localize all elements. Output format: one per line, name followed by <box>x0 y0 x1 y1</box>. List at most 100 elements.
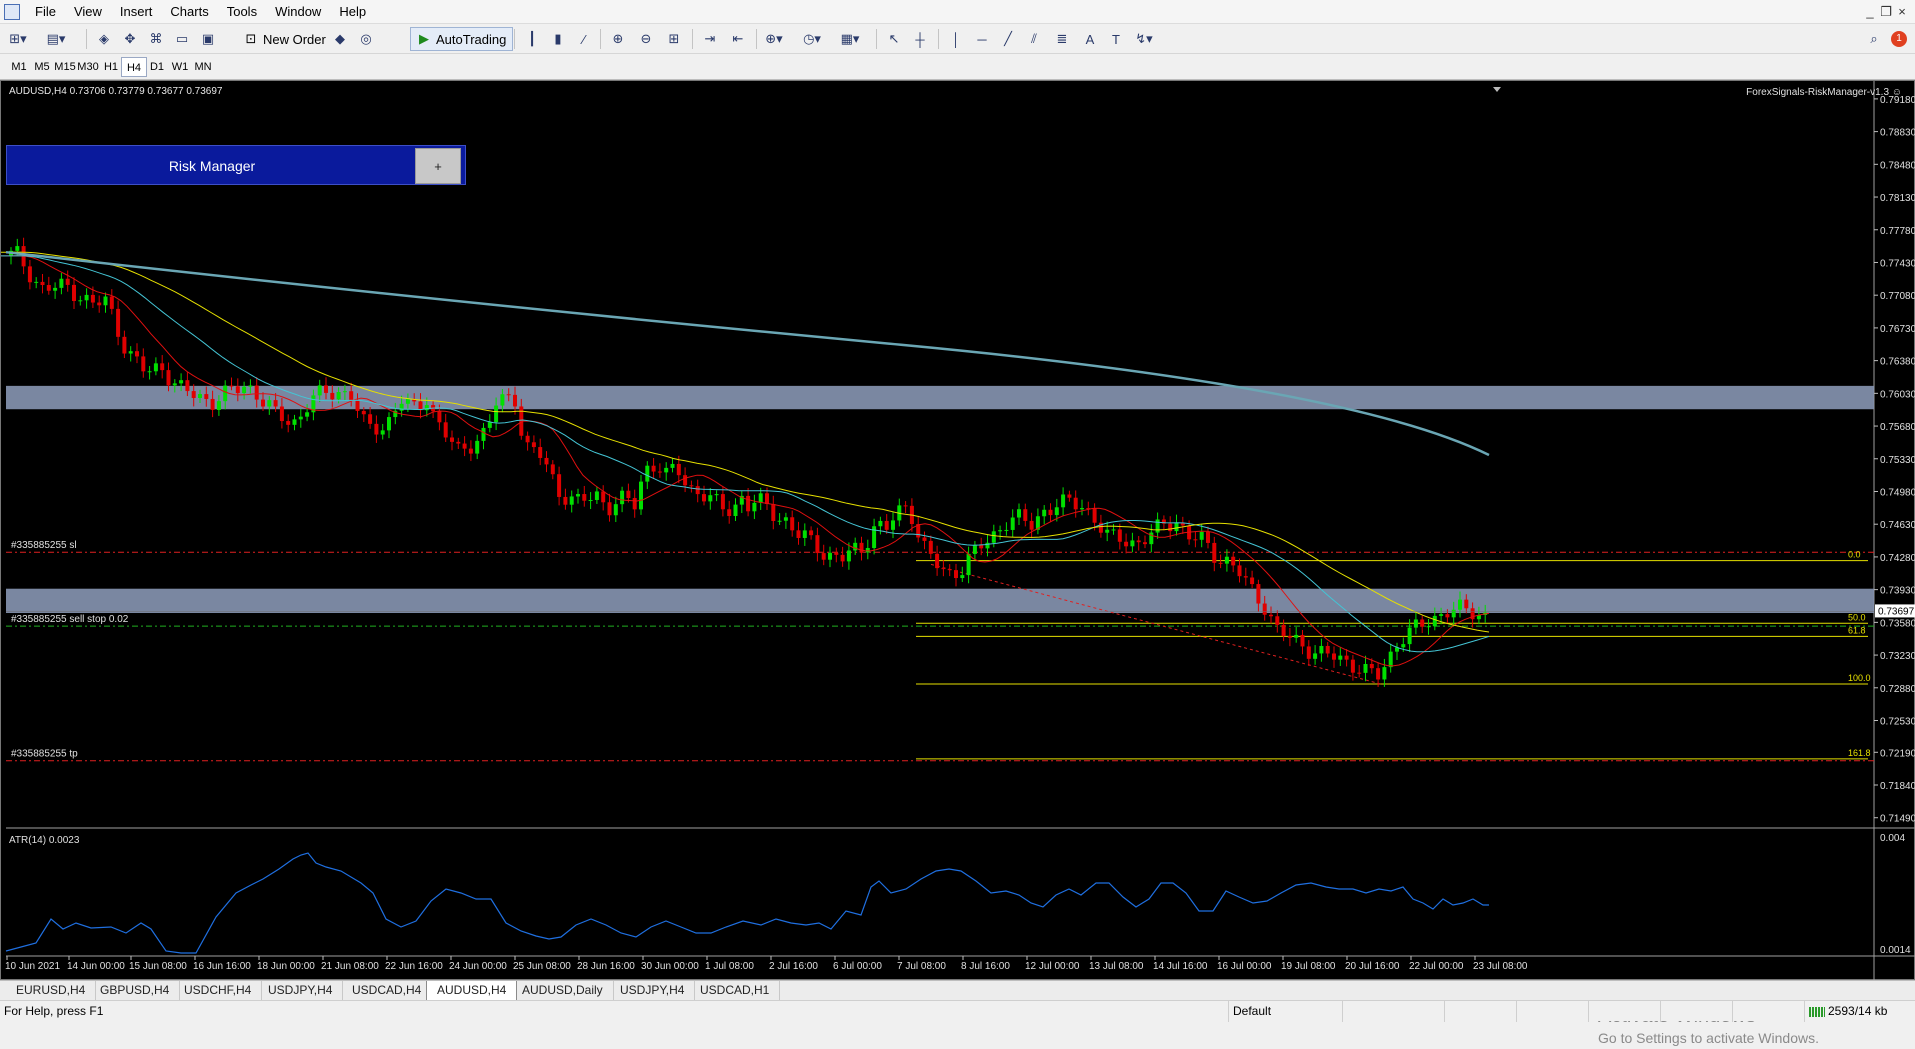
cursor-icon[interactable]: ↖ <box>882 27 906 51</box>
navigator-icon[interactable]: ⌘ <box>144 27 168 51</box>
chart-tab[interactable]: USDJPY,H4 <box>258 981 344 1001</box>
connection-status: 2593/14 kb <box>1804 1001 1915 1022</box>
search-icon[interactable]: ⌕ <box>1862 27 1886 51</box>
community-icon[interactable]: ◎ <box>354 27 378 51</box>
candle-body <box>563 496 568 505</box>
time-tick-label: 12 Jul 00:00 <box>1025 961 1080 972</box>
text-label-icon[interactable]: T <box>1104 27 1128 51</box>
candle-body <box>1174 522 1179 532</box>
data-window-icon[interactable]: ✥ <box>118 27 142 51</box>
candle-body <box>336 392 341 400</box>
candle-body <box>1193 539 1198 541</box>
tile-windows-icon[interactable]: ⊞ <box>662 27 686 51</box>
fibonacci-icon[interactable]: ≣ <box>1050 27 1074 51</box>
indicators-icon[interactable]: ⊕▾ <box>762 27 786 51</box>
periods-icon[interactable]: ◷▾ <box>800 27 824 51</box>
zoom-in-icon[interactable]: ⊕ <box>606 27 630 51</box>
menu-insert[interactable]: Insert <box>111 0 162 24</box>
candle-body <box>153 363 158 372</box>
candle-body <box>1105 529 1110 533</box>
candle-body <box>59 278 64 288</box>
equidistant-channel-icon[interactable]: ⫽ <box>1022 27 1046 51</box>
templates-icon[interactable]: ▦▾ <box>838 27 862 51</box>
auto-scroll-icon[interactable]: ⇥ <box>698 27 722 51</box>
menu-view[interactable]: View <box>65 0 111 24</box>
arrows-icon[interactable]: ↯▾ <box>1132 27 1156 51</box>
candle-body <box>1130 540 1135 547</box>
candlestick-icon[interactable]: ▮ <box>546 27 570 51</box>
timeframe-mn[interactable]: MN <box>190 57 216 77</box>
candle-body <box>223 385 228 402</box>
candle-body <box>576 494 580 497</box>
chart-window[interactable]: 0.79180 0.78830 0.78480 0.78130 0.77780 0.774… <box>0 80 1915 1046</box>
candle-body <box>324 385 328 393</box>
candle-body <box>65 278 70 285</box>
candle-body <box>613 504 618 516</box>
notifications-button[interactable]: 1 <box>1886 27 1912 51</box>
price-tick-label: 0.76730 <box>1880 324 1915 335</box>
menu-file[interactable]: File <box>26 0 65 24</box>
menu-help[interactable]: Help <box>330 0 375 24</box>
symbol-info: AUDUSD,H4 0.73706 0.73779 0.73677 0.7369… <box>9 86 223 97</box>
candle-body <box>1363 664 1368 673</box>
chart-tab[interactable]: USDCHF,H4 <box>174 981 263 1001</box>
close-button[interactable]: × <box>1887 0 1915 24</box>
risk-manager-panel[interactable]: Risk Manager + <box>6 145 466 185</box>
chart-tab[interactable]: AUDUSD,H4 <box>426 981 518 1001</box>
bar-chart-icon[interactable]: ┃ <box>520 27 544 51</box>
candle-body <box>1017 509 1021 518</box>
chart-tab[interactable]: GBPUSD,H4 <box>90 981 181 1001</box>
chart-shift-icon[interactable]: ⇤ <box>726 27 750 51</box>
metaeditor-icon[interactable]: ◆ <box>328 27 352 51</box>
chart-tab[interactable]: AUDUSD,Daily <box>512 981 614 1001</box>
candle-body <box>1306 646 1311 659</box>
candle-body <box>1143 542 1147 545</box>
candle-body <box>172 383 177 386</box>
risk-manager-title[interactable]: Risk Manager <box>7 146 417 186</box>
crosshair-icon[interactable]: ┼ <box>908 27 932 51</box>
candle-body <box>468 448 473 454</box>
trendline-icon[interactable]: ╱ <box>996 27 1020 51</box>
chart-tab[interactable]: USDJPY,H4 <box>610 981 696 1001</box>
new-chart-icon[interactable]: ⊞▾ <box>6 27 30 51</box>
line-chart-icon[interactable]: ∕ <box>572 27 596 51</box>
zoom-out-icon[interactable]: ⊖ <box>634 27 658 51</box>
candle-body <box>991 531 996 543</box>
candle-body <box>235 386 240 394</box>
menu-window[interactable]: Window <box>266 0 330 24</box>
menu-tools[interactable]: Tools <box>218 0 266 24</box>
risk-manager-expand-button[interactable]: + <box>415 148 461 184</box>
candle-body <box>1117 529 1122 542</box>
candle-body <box>1124 541 1129 547</box>
chart-tab[interactable]: EURUSD,H4 <box>6 981 97 1001</box>
candle-body <box>531 442 536 448</box>
candle-body <box>1250 577 1255 585</box>
candle-body <box>261 399 265 407</box>
price-chart[interactable]: 0.791800.788300.784800.781300.777800.774… <box>1 81 1915 981</box>
candle-body <box>368 414 373 424</box>
horizontal-line-icon[interactable]: ─ <box>970 27 994 51</box>
chart-tab[interactable]: USDCAD,H1 <box>690 981 781 1001</box>
vertical-line-icon[interactable]: │ <box>944 27 968 51</box>
chart-tab[interactable]: USDCAD,H4 <box>342 981 433 1001</box>
fib-level-label: 0.0 <box>1848 550 1861 560</box>
menu-charts[interactable]: Charts <box>161 0 217 24</box>
autotrading-button[interactable]: ▶ AutoTrading <box>410 27 514 51</box>
candle-body <box>639 481 643 510</box>
candle-body <box>1212 542 1217 563</box>
profiles-icon[interactable]: ▤▾ <box>44 27 68 51</box>
text-icon[interactable]: A <box>1078 27 1102 51</box>
market-watch-icon[interactable]: ◈ <box>92 27 116 51</box>
fib-level-label: 61.8 <box>1848 625 1866 635</box>
candle-body <box>267 400 272 407</box>
timeframe-bar: M1 M5 M15 M30 H1 H4 D1 W1 MN <box>0 54 1915 80</box>
candle-body <box>569 496 574 505</box>
time-tick-label: 15 Jun 08:00 <box>129 961 187 972</box>
new-order-button[interactable]: ⊡ New Order <box>238 27 332 51</box>
candle-body <box>998 530 1003 532</box>
candle-body <box>500 394 505 406</box>
candle-body <box>46 285 51 291</box>
candle-body <box>601 491 606 503</box>
terminal-icon[interactable]: ▭ <box>170 27 194 51</box>
strategy-tester-icon[interactable]: ▣ <box>196 27 220 51</box>
